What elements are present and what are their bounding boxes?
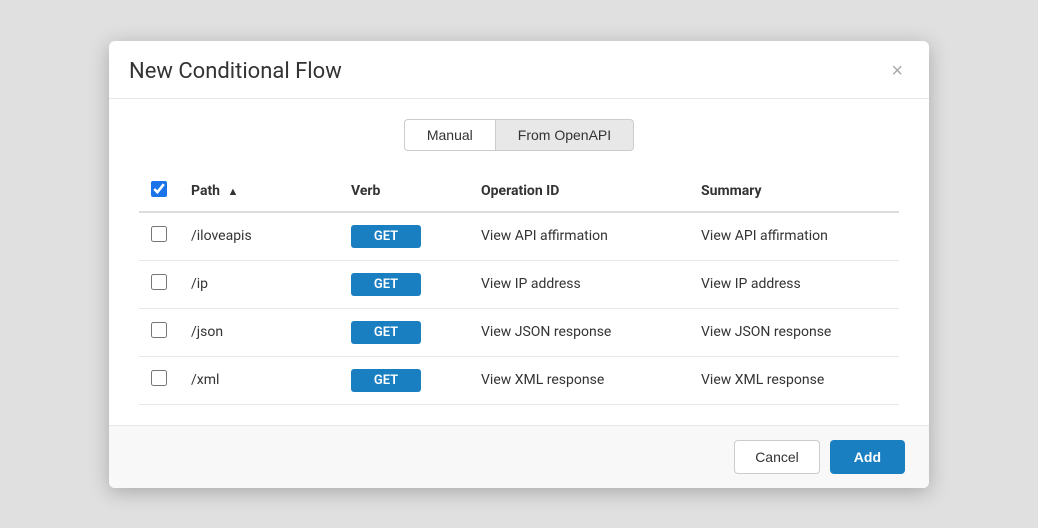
row-summary-2: View IP address (689, 260, 899, 308)
row-opid-3: View JSON response (469, 308, 689, 356)
verb-badge-get: GET (351, 273, 421, 296)
row-opid-4: View XML response (469, 356, 689, 404)
tab-bar: Manual From OpenAPI (139, 119, 899, 151)
row-path-2: /ip (179, 260, 339, 308)
row-check-1 (139, 212, 179, 261)
verb-badge-get: GET (351, 321, 421, 344)
table-row: /iloveapis GET View API affirmation View… (139, 212, 899, 261)
add-button[interactable]: Add (830, 440, 905, 474)
header-check (139, 171, 179, 212)
row-verb-3: GET (339, 308, 469, 356)
row-verb-4: GET (339, 356, 469, 404)
header-verb: Verb (339, 171, 469, 212)
table-row: /json GET View JSON response View JSON r… (139, 308, 899, 356)
row-path-3: /json (179, 308, 339, 356)
header-path: Path ▲ (179, 171, 339, 212)
header-summary: Summary (689, 171, 899, 212)
row-checkbox-4[interactable] (151, 370, 167, 386)
row-path-4: /xml (179, 356, 339, 404)
row-summary-4: View XML response (689, 356, 899, 404)
close-button[interactable]: × (885, 59, 909, 83)
row-summary-3: View JSON response (689, 308, 899, 356)
row-verb-1: GET (339, 212, 469, 261)
dialog-header: New Conditional Flow × (109, 41, 929, 99)
select-all-checkbox[interactable] (151, 181, 167, 197)
table-header: Path ▲ Verb Operation ID Summary (139, 171, 899, 212)
header-operation-id: Operation ID (469, 171, 689, 212)
tab-from-openapi[interactable]: From OpenAPI (495, 119, 634, 151)
row-verb-2: GET (339, 260, 469, 308)
new-conditional-flow-dialog: New Conditional Flow × Manual From OpenA… (109, 41, 929, 488)
row-opid-2: View IP address (469, 260, 689, 308)
verb-badge-get: GET (351, 369, 421, 392)
table-row: /xml GET View XML response View XML resp… (139, 356, 899, 404)
row-opid-1: View API affirmation (469, 212, 689, 261)
row-summary-1: View API affirmation (689, 212, 899, 261)
row-checkbox-2[interactable] (151, 274, 167, 290)
row-checkbox-3[interactable] (151, 322, 167, 338)
row-check-2 (139, 260, 179, 308)
table-row: /ip GET View IP address View IP address (139, 260, 899, 308)
api-table: Path ▲ Verb Operation ID Summary /ilovea… (139, 171, 899, 405)
dialog-body: Manual From OpenAPI Path ▲ Verb Operatio… (109, 99, 929, 425)
dialog-footer: Cancel Add (109, 425, 929, 488)
row-check-3 (139, 308, 179, 356)
row-checkbox-1[interactable] (151, 226, 167, 242)
table-body: /iloveapis GET View API affirmation View… (139, 212, 899, 405)
dialog-title: New Conditional Flow (129, 59, 342, 84)
sort-asc-icon: ▲ (228, 185, 239, 198)
row-path-1: /iloveapis (179, 212, 339, 261)
row-check-4 (139, 356, 179, 404)
tab-manual[interactable]: Manual (404, 119, 495, 151)
verb-badge-get: GET (351, 225, 421, 248)
cancel-button[interactable]: Cancel (734, 440, 820, 474)
